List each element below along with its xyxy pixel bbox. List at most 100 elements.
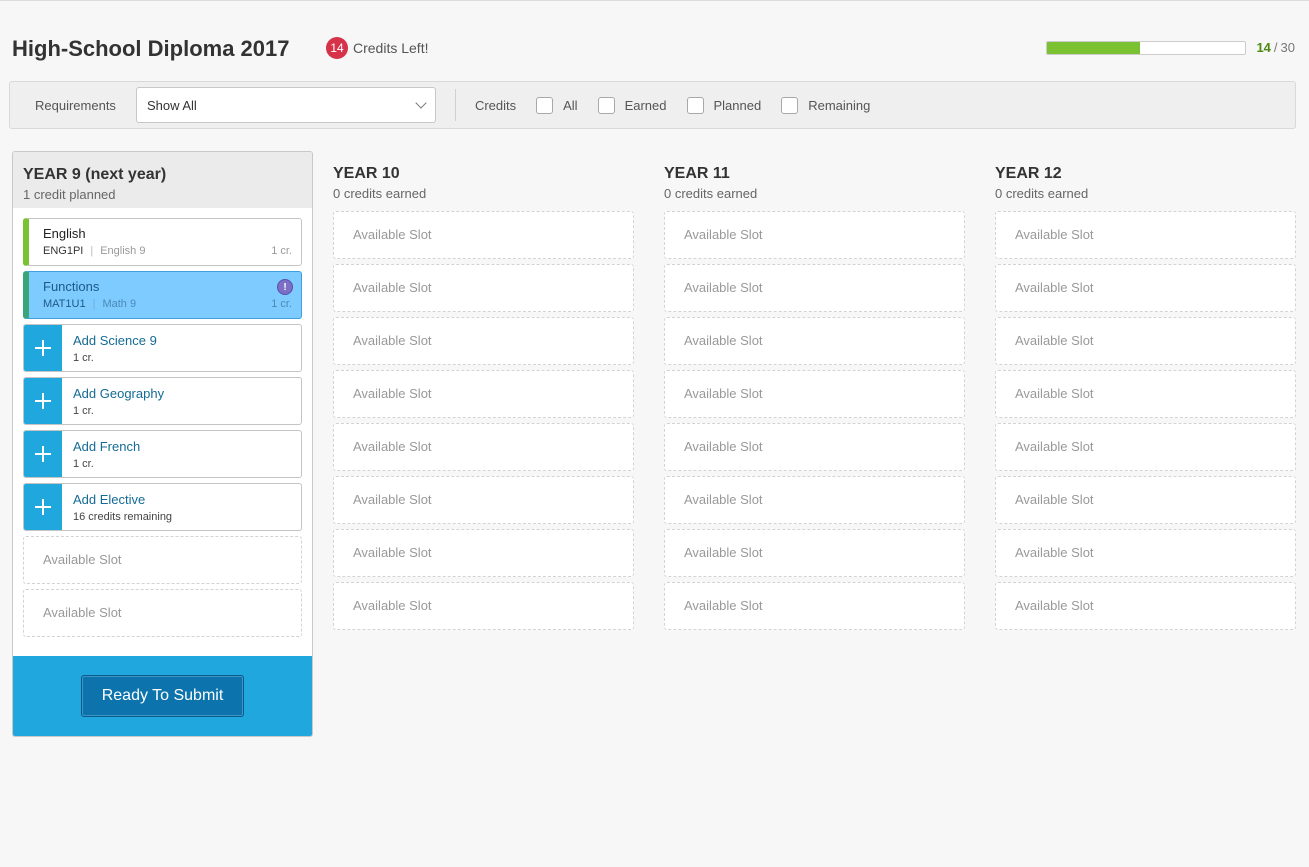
year-9-column: YEAR 9 (next year) 1 credit planned Engl… xyxy=(12,151,313,737)
year-header: YEAR 12 0 credits earned xyxy=(995,151,1296,201)
filter-bar: Requirements Show All Credits All Earned… xyxy=(9,81,1296,129)
year-subtitle: 1 credit planned xyxy=(23,187,116,202)
available-slot[interactable]: Available Slot xyxy=(664,370,965,418)
add-french-button[interactable]: Add French 1 cr. xyxy=(23,430,302,478)
available-slot[interactable]: Available Slot xyxy=(995,423,1296,471)
slot-label: Available Slot xyxy=(684,598,763,613)
checkbox-box[interactable] xyxy=(536,96,554,114)
credits-progress: 14 / 30 xyxy=(1046,40,1295,55)
slot-label: Available Slot xyxy=(353,227,432,242)
progress-separator: / xyxy=(1273,40,1278,55)
available-slot[interactable]: Available Slot xyxy=(995,582,1296,630)
meta-divider: | xyxy=(92,298,96,310)
checkbox-box[interactable] xyxy=(597,96,615,114)
slot-label: Available Slot xyxy=(1015,280,1094,295)
filter-divider xyxy=(454,89,456,121)
available-slot[interactable]: Available Slot xyxy=(995,476,1296,524)
year-header: YEAR 9 (next year) 1 credit planned xyxy=(13,152,312,208)
slot-label: Available Slot xyxy=(1015,492,1094,507)
checkbox-all[interactable]: All xyxy=(536,96,578,114)
chevron-down-icon xyxy=(415,97,427,109)
course-meta: MAT1U1 | Math 9 xyxy=(43,298,136,310)
add-course-credits: 1 cr. xyxy=(73,458,94,470)
available-slot[interactable]: Available Slot xyxy=(333,529,634,577)
slot-label: Available Slot xyxy=(684,439,763,454)
available-slot[interactable]: Available Slot xyxy=(664,529,965,577)
year-subtitle: 0 credits earned xyxy=(333,186,427,201)
meta-divider: | xyxy=(90,245,94,257)
checkbox-box[interactable] xyxy=(781,96,799,114)
credits-left-label: Credits Left! xyxy=(353,40,429,56)
slot-label: Available Slot xyxy=(684,545,763,560)
slot-label: Available Slot xyxy=(353,280,432,295)
progress-count: 14 xyxy=(1256,40,1271,55)
warning-icon[interactable]: ! xyxy=(277,279,293,295)
available-slot[interactable]: Available Slot xyxy=(333,582,634,630)
available-slot[interactable]: Available Slot xyxy=(664,582,965,630)
available-slot[interactable]: Available Slot xyxy=(664,423,965,471)
slot-label: Available Slot xyxy=(684,492,763,507)
add-science-button[interactable]: Add Science 9 1 cr. xyxy=(23,324,302,372)
checkbox-label: Earned xyxy=(624,97,667,113)
available-slot[interactable]: Available Slot xyxy=(995,211,1296,259)
slot-label: Available Slot xyxy=(684,386,763,401)
credits-left-badge: 14 xyxy=(326,37,348,59)
add-geography-button[interactable]: Add Geography 1 cr. xyxy=(23,377,302,425)
course-credits: 1 cr. xyxy=(271,298,292,310)
slot-label: Available Slot xyxy=(43,605,122,620)
credits-filter-label: Credits xyxy=(474,97,517,113)
course-name: Functions xyxy=(43,279,100,294)
available-slot[interactable]: Available Slot xyxy=(333,211,634,259)
year-11-column: YEAR 11 0 credits earned Available Slot … xyxy=(664,151,965,635)
slot-label: Available Slot xyxy=(353,439,432,454)
available-slot[interactable]: Available Slot xyxy=(664,476,965,524)
add-course-credits: 1 cr. xyxy=(73,352,94,364)
slot-label: Available Slot xyxy=(353,333,432,348)
slot-label: Available Slot xyxy=(353,386,432,401)
year-subtitle: 0 credits earned xyxy=(664,186,758,201)
available-slot[interactable]: Available Slot xyxy=(995,264,1296,312)
checkbox-planned[interactable]: Planned xyxy=(686,96,762,114)
available-slot[interactable]: Available Slot xyxy=(23,536,302,584)
checkbox-remaining[interactable]: Remaining xyxy=(781,96,870,114)
ready-to-submit-button[interactable]: Ready To Submit xyxy=(81,675,244,717)
requirements-select-value: Show All xyxy=(146,97,197,113)
slot-label: Available Slot xyxy=(1015,386,1094,401)
add-course-credits: 16 credits remaining xyxy=(73,511,173,523)
year-12-column: YEAR 12 0 credits earned Available Slot … xyxy=(995,151,1296,635)
slot-label: Available Slot xyxy=(684,333,763,348)
available-slot[interactable]: Available Slot xyxy=(333,423,634,471)
available-slot[interactable]: Available Slot xyxy=(664,264,965,312)
plus-icon xyxy=(24,378,62,424)
available-slot[interactable]: Available Slot xyxy=(23,589,302,637)
checkbox-label: Planned xyxy=(713,97,762,113)
available-slot[interactable]: Available Slot xyxy=(333,476,634,524)
course-code: MAT1U1 xyxy=(43,298,86,310)
checkbox-earned[interactable]: Earned xyxy=(597,96,667,114)
available-slot[interactable]: Available Slot xyxy=(333,317,634,365)
available-slot[interactable]: Available Slot xyxy=(995,529,1296,577)
year-header: YEAR 10 0 credits earned xyxy=(333,151,634,201)
checkbox-box[interactable] xyxy=(686,96,704,114)
available-slot[interactable]: Available Slot xyxy=(664,211,965,259)
plus-icon xyxy=(24,325,62,371)
year-header: YEAR 11 0 credits earned xyxy=(664,151,965,201)
available-slot[interactable]: Available Slot xyxy=(333,370,634,418)
slot-label: Available Slot xyxy=(1015,333,1094,348)
page-header: High-School Diploma 2017 14 Credits Left… xyxy=(12,33,1295,69)
available-slot[interactable]: Available Slot xyxy=(333,264,634,312)
course-subject: Math 9 xyxy=(102,298,137,310)
course-subject: English 9 xyxy=(100,245,146,257)
available-slot[interactable]: Available Slot xyxy=(995,370,1296,418)
progress-bar xyxy=(1046,40,1247,55)
requirements-label: Requirements xyxy=(35,97,116,113)
page-title: High-School Diploma 2017 xyxy=(12,36,290,61)
progress-total: 30 xyxy=(1280,40,1295,55)
course-card-functions[interactable]: Functions ! MAT1U1 | Math 9 1 cr. xyxy=(23,271,302,319)
slot-label: Available Slot xyxy=(353,598,432,613)
course-card-english[interactable]: English ENG1PI | English 9 1 cr. xyxy=(23,218,302,266)
requirements-select[interactable]: Show All xyxy=(135,87,436,123)
available-slot[interactable]: Available Slot xyxy=(664,317,965,365)
available-slot[interactable]: Available Slot xyxy=(995,317,1296,365)
add-elective-button[interactable]: Add Elective 16 credits remaining xyxy=(23,483,302,531)
